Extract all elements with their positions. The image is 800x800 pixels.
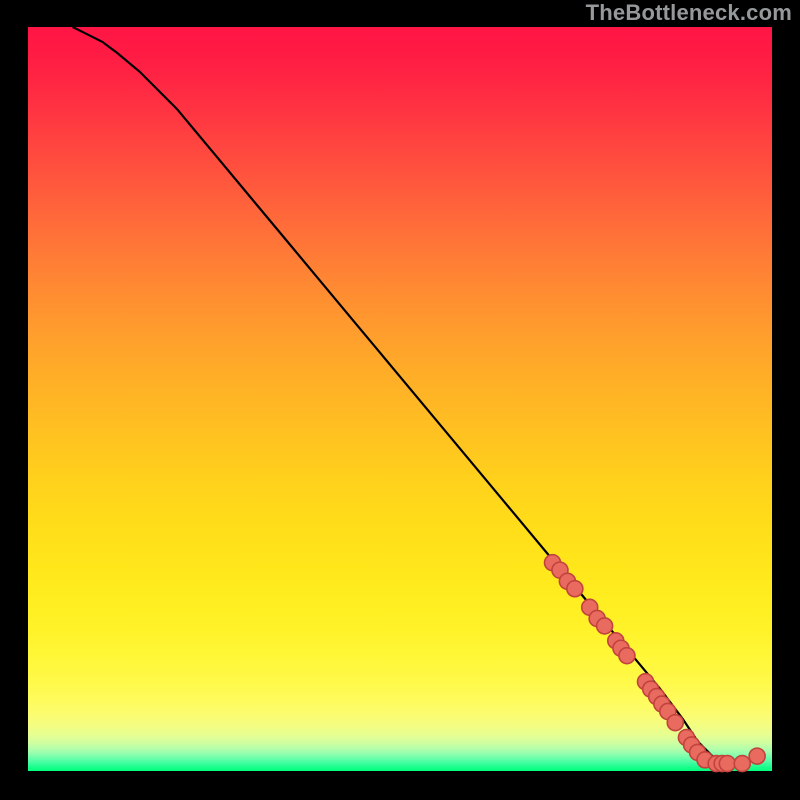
data-marker bbox=[619, 648, 635, 664]
data-marker bbox=[667, 715, 683, 731]
chart-svg bbox=[0, 0, 800, 800]
data-marker bbox=[597, 618, 613, 634]
attribution-text: TheBottleneck.com bbox=[586, 0, 792, 26]
data-marker bbox=[719, 756, 735, 772]
data-marker bbox=[734, 756, 750, 772]
plot-area bbox=[28, 27, 772, 771]
data-marker bbox=[567, 581, 583, 597]
chart-stage: TheBottleneck.com bbox=[0, 0, 800, 800]
data-marker bbox=[749, 748, 765, 764]
